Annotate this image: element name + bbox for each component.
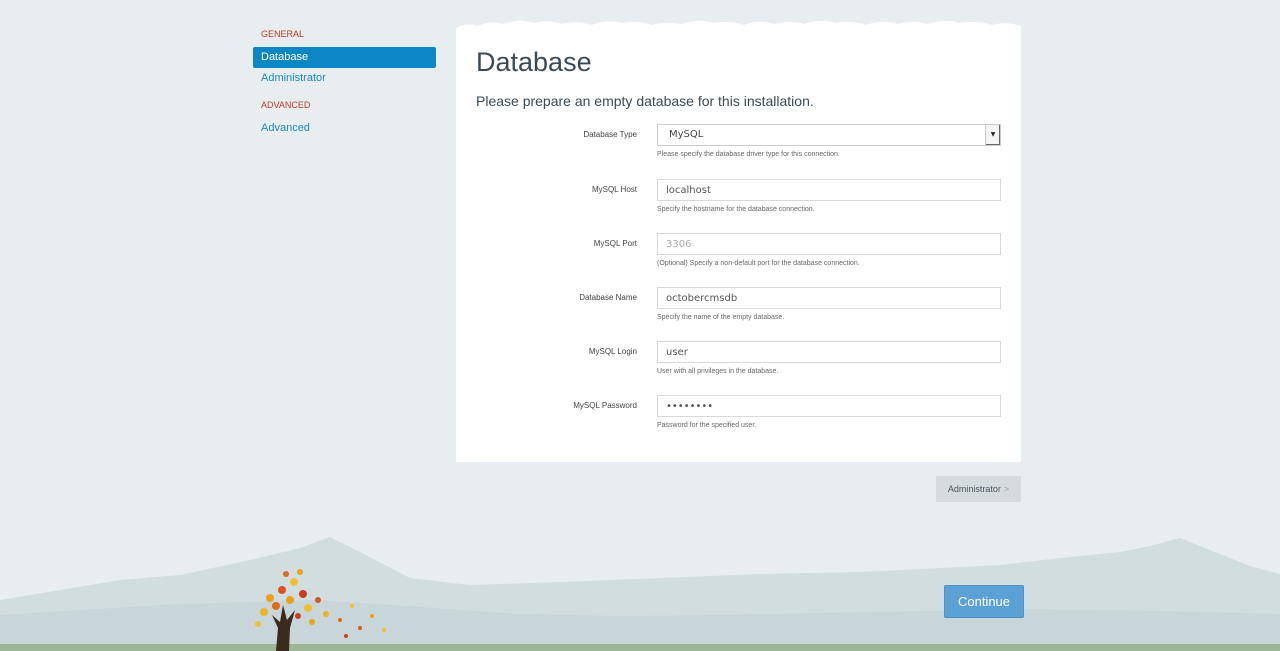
sidebar-item-database[interactable]: Database [253,47,436,68]
mysql-port-label: MySQL Port [593,239,637,248]
chevron-right-icon: > [1003,484,1010,494]
page-subtitle: Please prepare an empty database for thi… [476,93,814,109]
caret-down-icon[interactable]: ▼ [985,125,1000,145]
field-mysql-password: MySQL Password Password for the specifie… [456,395,1021,445]
sidebar-item-advanced[interactable]: Advanced [253,118,436,139]
database-name-help: Specify the name of the empty database. [657,314,785,321]
mysql-port-help: (Optional) Specify a non-default port fo… [657,260,860,267]
sidebar-section-advanced: ADVANCED [261,100,311,110]
database-panel: Database Please prepare an empty databas… [456,30,1021,462]
mysql-port-input[interactable] [657,233,1001,255]
page-title: Database [476,47,592,77]
database-name-label: Database Name [579,293,637,302]
mysql-login-input[interactable] [657,341,1001,363]
mysql-password-label: MySQL Password [573,401,637,410]
database-type-select[interactable]: MySQL ▼ [657,124,1001,146]
next-section-button[interactable]: Administrator > [936,476,1021,502]
mysql-password-help: Password for the specified user. [657,422,757,429]
installer-page: GENERAL Database Administrator ADVANCED … [0,0,1280,651]
database-type-help: Please specify the database driver type … [657,151,840,158]
next-section-label: Administrator [947,484,1001,494]
mysql-host-label: MySQL Host [591,185,637,194]
database-name-input[interactable] [657,287,1001,309]
mysql-host-input[interactable] [657,179,1001,201]
grass-strip [0,644,1280,651]
field-mysql-host: MySQL Host Specify the hostname for the … [456,179,1021,229]
mysql-login-label: MySQL Login [588,347,637,356]
database-type-value: MySQL [669,129,704,140]
field-database-name: Database Name Specify the name of the em… [456,287,1021,337]
mysql-host-help: Specify the hostname for the database co… [657,206,815,213]
mysql-password-input[interactable] [657,395,1001,417]
continue-button[interactable]: Continue [944,585,1024,618]
sidebar-nav: GENERAL Database Administrator ADVANCED … [253,27,436,139]
field-database-type: Database Type MySQL ▼ Please specify the… [456,124,1021,174]
sidebar-item-administrator[interactable]: Administrator [253,68,436,89]
field-mysql-port: MySQL Port (Optional) Specify a non-defa… [456,233,1021,283]
mysql-login-help: User with all privileges in the database… [657,368,779,375]
database-type-label: Database Type [583,130,637,139]
field-mysql-login: MySQL Login User with all privileges in … [456,341,1021,391]
sidebar-section-general: GENERAL [261,29,305,39]
